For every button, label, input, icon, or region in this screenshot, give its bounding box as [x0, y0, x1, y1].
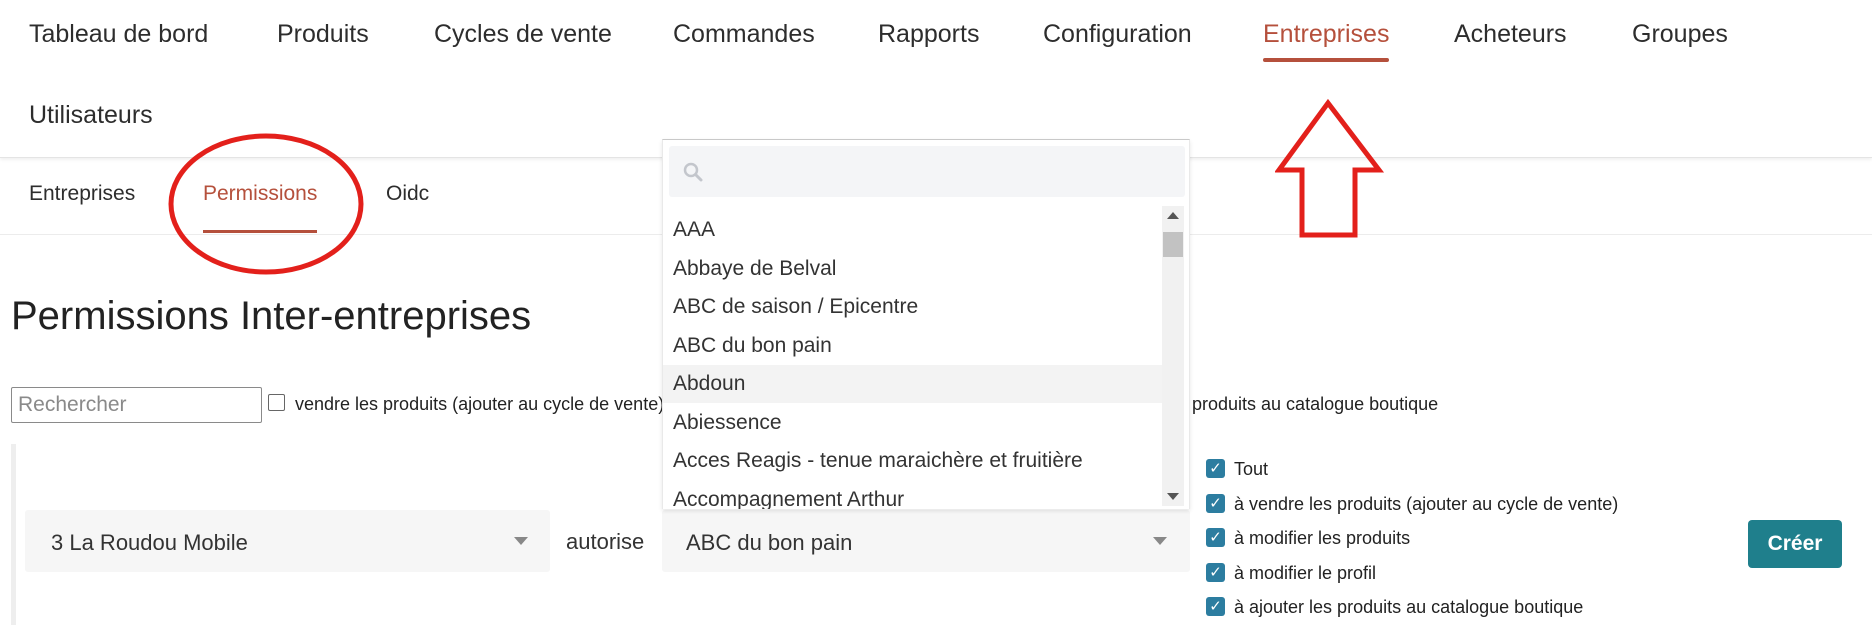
dropdown-option[interactable]: Abiessence	[663, 404, 1163, 442]
dropdown-option[interactable]: Abbaye de Belval	[663, 250, 1163, 288]
check-icon[interactable]: ✓	[1206, 459, 1225, 478]
dropdown-option[interactable]: Accompagnement Arthur	[663, 481, 1163, 509]
tab-entreprises[interactable]: Entreprises	[29, 182, 135, 206]
company-from-select[interactable]: 3 La Roudou Mobile	[25, 510, 550, 572]
scroll-up-icon[interactable]	[1167, 212, 1179, 219]
dropdown-option[interactable]: ABC de saison / Epicentre	[663, 288, 1163, 326]
nav-item-tableau-de-bord[interactable]: Tableau de bord	[29, 20, 208, 49]
nav-item-commandes[interactable]: Commandes	[673, 20, 815, 49]
dropdown-option[interactable]: ABC du bon pain	[663, 327, 1163, 365]
search-icon	[683, 162, 703, 182]
company-from-value: 3 La Roudou Mobile	[51, 530, 248, 555]
dropdown-option-hovered[interactable]: Abdoun	[663, 365, 1163, 403]
permission-label: à vendre les produits (ajouter au cycle …	[1234, 494, 1619, 514]
scroll-down-icon[interactable]	[1167, 493, 1179, 500]
check-icon[interactable]: ✓	[1206, 494, 1225, 513]
filter-checkbox[interactable]	[268, 394, 285, 411]
permission-label: à modifier les produits	[1234, 528, 1411, 548]
nav-item-groupes[interactable]: Groupes	[1632, 20, 1728, 49]
check-icon[interactable]: ✓	[1206, 528, 1225, 547]
chevron-down-icon	[1153, 537, 1167, 545]
create-button[interactable]: Créer	[1748, 520, 1842, 568]
scrollbar-thumb[interactable]	[1163, 232, 1183, 257]
permission-label: à modifier le profil	[1234, 563, 1377, 583]
autorise-label: autorise	[566, 529, 645, 554]
row-rail	[11, 444, 16, 625]
nav-item-entreprises[interactable]: Entreprises	[1263, 20, 1390, 62]
nav-item-configuration[interactable]: Configuration	[1043, 20, 1192, 49]
chevron-down-icon	[514, 537, 528, 545]
nav-item-rapports[interactable]: Rapports	[878, 20, 979, 49]
filter-label-sell-products: vendre les produits (ajouter au cycle de…	[295, 394, 665, 414]
page-title: Permissions Inter-entreprises	[11, 294, 532, 338]
company-to-select[interactable]: ABC du bon pain	[662, 510, 1190, 572]
nav-item-cycles-de-vente[interactable]: Cycles de vente	[434, 20, 612, 49]
nav-item-produits[interactable]: Produits	[277, 20, 369, 49]
dropdown-option[interactable]: AAA	[663, 211, 1163, 249]
annotation-arrow-up-icon	[1275, 98, 1385, 238]
nav-item-acheteurs[interactable]: Acheteurs	[1454, 20, 1567, 49]
company-dropdown: AAA Abbaye de Belval ABC de saison / Epi…	[662, 139, 1190, 509]
nav-item-utilisateurs[interactable]: Utilisateurs	[29, 101, 153, 130]
permission-label: Tout	[1234, 459, 1269, 479]
company-to-value: ABC du bon pain	[686, 530, 853, 555]
check-icon[interactable]: ✓	[1206, 597, 1225, 616]
dropdown-scrollbar[interactable]	[1162, 206, 1184, 506]
permission-label: à ajouter les produits au catalogue bout…	[1234, 597, 1584, 617]
filter-label-catalogue: produits au catalogue boutique	[1192, 394, 1439, 414]
search-input[interactable]	[11, 387, 262, 423]
dropdown-search-input[interactable]	[669, 146, 1185, 197]
tab-oidc[interactable]: Oidc	[386, 182, 429, 206]
annotation-circle	[168, 133, 364, 275]
dropdown-option[interactable]: Acces Reagis - tenue maraichère et fruit…	[663, 442, 1163, 480]
check-icon[interactable]: ✓	[1206, 563, 1225, 582]
